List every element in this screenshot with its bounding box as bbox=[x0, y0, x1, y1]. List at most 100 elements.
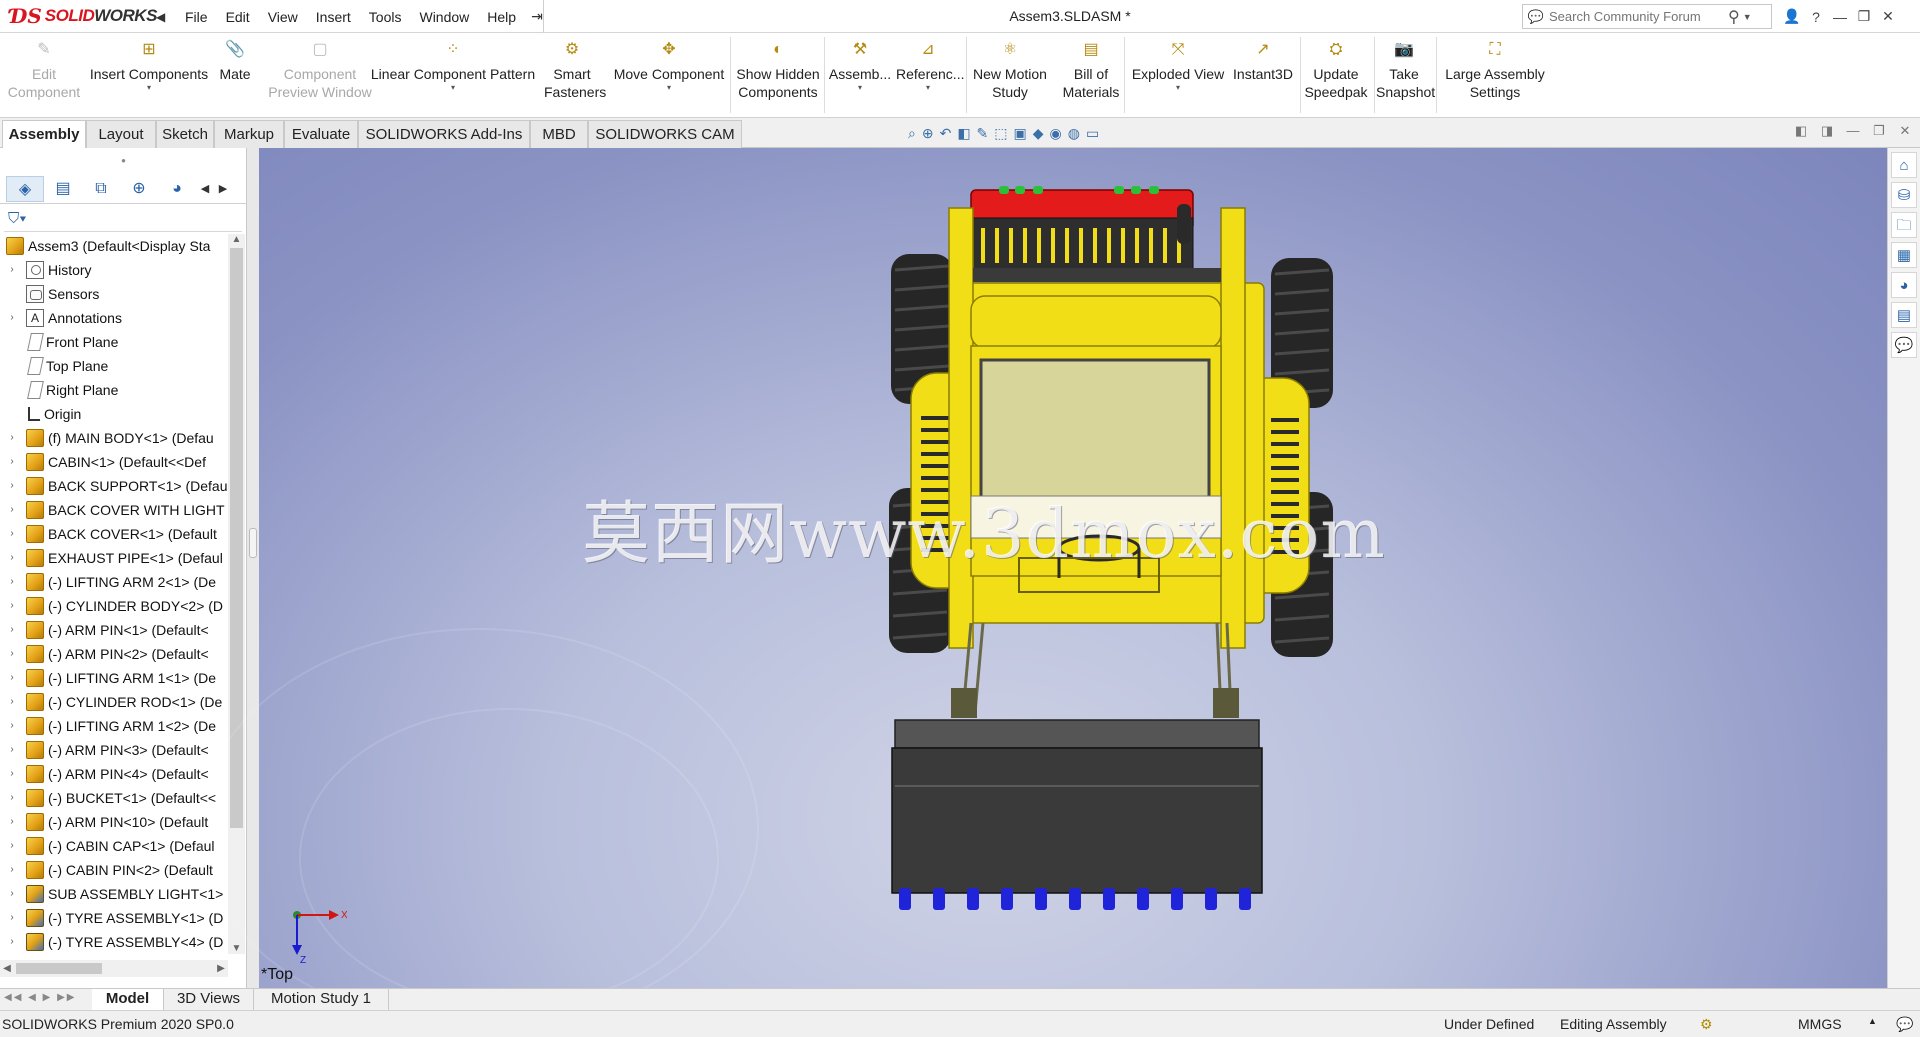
section-view-icon[interactable]: ◧ bbox=[957, 125, 970, 142]
scroll-right-icon[interactable]: ▶ bbox=[214, 960, 228, 977]
apply-scene-icon[interactable]: ◍ bbox=[1068, 125, 1080, 142]
filter-icon[interactable]: ⛉▾ bbox=[4, 206, 242, 232]
tree-item[interactable]: › (-) CABIN CAP<1> (Defaul bbox=[0, 834, 228, 858]
tree-item[interactable]: › (f) MAIN BODY<1> (Defau bbox=[0, 426, 228, 450]
tab-nav-icons[interactable]: ◀◀ ◀ ▶ ▶▶ bbox=[4, 992, 76, 1003]
expand-arrow-icon[interactable]: › bbox=[6, 642, 18, 666]
close-icon[interactable]: ✕ bbox=[1876, 8, 1900, 25]
tree-item[interactable]: › (-) LIFTING ARM 1<1> (De bbox=[0, 666, 228, 690]
tabs-next-icon[interactable]: ▶ bbox=[214, 176, 232, 202]
tree-item[interactable]: › (-) CABIN PIN<2> (Default bbox=[0, 858, 228, 882]
view-orientation-icon[interactable]: ⬚ bbox=[994, 125, 1007, 142]
tree-item[interactable]: › (-) ARM PIN<10> (Default bbox=[0, 810, 228, 834]
expand-arrow-icon[interactable]: › bbox=[6, 522, 18, 546]
solidworks-logo[interactable]: ƊS SOLIDWORKS bbox=[10, 3, 157, 29]
scroll-left-icon[interactable]: ◀ bbox=[0, 960, 14, 977]
bottom-tab-motion-study-1[interactable]: Motion Study 1 bbox=[254, 989, 389, 1010]
scroll-down-icon[interactable]: ▼ bbox=[228, 943, 245, 954]
search-box[interactable]: 💬 ⚲ ▼ bbox=[1522, 4, 1772, 29]
bill-of-materials-button[interactable]: ▤ Bill of Materials bbox=[1058, 39, 1124, 101]
minimize-icon[interactable]: — bbox=[1828, 9, 1852, 25]
show-hidden-button[interactable]: ◐ Show Hidden Components bbox=[734, 39, 822, 101]
view-settings-icon[interactable]: ▭ bbox=[1086, 125, 1099, 142]
tree-root[interactable]: Assem3 (Default<Display Sta bbox=[0, 234, 228, 258]
instant3d-button[interactable]: ↗ Instant3D bbox=[1230, 39, 1296, 83]
tree-item[interactable]: › CABIN<1> (Default<<Def bbox=[0, 450, 228, 474]
menu-collapse-icon[interactable]: ◀ bbox=[156, 10, 168, 24]
expand-arrow-icon[interactable]: › bbox=[6, 258, 18, 282]
tree-item[interactable]: › (-) CYLINDER BODY<2> (D bbox=[0, 594, 228, 618]
mate-button[interactable]: 📎 Mate bbox=[212, 39, 258, 83]
forum-icon[interactable]: 💬 bbox=[1891, 332, 1917, 358]
edit-component-button[interactable]: ✎ Edit Component bbox=[0, 39, 88, 101]
expand-arrow-icon[interactable]: › bbox=[6, 594, 18, 618]
assembly-features-button[interactable]: ⚒ Assemb... ▾ bbox=[828, 39, 892, 93]
splitter-knob[interactable] bbox=[249, 528, 257, 558]
units-selector[interactable]: MMGS bbox=[1798, 1016, 1842, 1032]
expand-arrow-icon[interactable]: › bbox=[6, 714, 18, 738]
units-dropdown-icon[interactable]: ▲ bbox=[1868, 1016, 1877, 1026]
expand-arrow-icon[interactable]: › bbox=[6, 834, 18, 858]
search-icon[interactable]: ⚲ bbox=[1728, 7, 1740, 27]
expand-arrow-icon[interactable]: › bbox=[6, 906, 18, 930]
file-explorer-icon[interactable]: 🗀 bbox=[1891, 212, 1917, 238]
tree-item[interactable]: › (-) ARM PIN<1> (Default< bbox=[0, 618, 228, 642]
search-dropdown-icon[interactable]: ▼ bbox=[1743, 12, 1752, 22]
expand-arrow-icon[interactable]: › bbox=[6, 810, 18, 834]
custom-properties-icon[interactable]: ▤ bbox=[1891, 302, 1917, 328]
doc-minimize-icon[interactable]: — bbox=[1840, 123, 1866, 139]
tree-item[interactable]: › (-) TYRE ASSEMBLY<1> (D bbox=[0, 906, 228, 930]
tree-item[interactable]: › BACK COVER WITH LIGHT bbox=[0, 498, 228, 522]
dropdown-arrow-icon[interactable]: ▾ bbox=[1126, 83, 1230, 93]
bottom-tab-model[interactable]: Model bbox=[92, 989, 164, 1010]
tab-layout[interactable]: Layout bbox=[86, 120, 156, 148]
menu-tools[interactable]: Tools bbox=[360, 9, 411, 25]
expand-arrow-icon[interactable]: › bbox=[6, 546, 18, 570]
tree-item[interactable]: › BACK SUPPORT<1> (Defau bbox=[0, 474, 228, 498]
tree-item[interactable]: › (-) LIFTING ARM 1<2> (De bbox=[0, 714, 228, 738]
expand-arrow-icon[interactable]: › bbox=[6, 738, 18, 762]
linear-pattern-button[interactable]: ⁘ Linear Component Pattern ▾ bbox=[370, 39, 536, 93]
appearances-icon[interactable]: ◕ bbox=[1891, 272, 1917, 298]
expand-arrow-icon[interactable]: › bbox=[6, 474, 18, 498]
tree-item[interactable]: › BACK COVER<1> (Default bbox=[0, 522, 228, 546]
tree-item[interactable]: › (-) ARM PIN<2> (Default< bbox=[0, 642, 228, 666]
feature-manager-tab-icon[interactable]: ◈ bbox=[6, 175, 44, 202]
expand-arrow-icon[interactable]: › bbox=[6, 618, 18, 642]
tab-markup[interactable]: Markup bbox=[214, 120, 284, 148]
menu-view[interactable]: View bbox=[259, 9, 307, 25]
tab-solidworks-cam[interactable]: SOLIDWORKS CAM bbox=[588, 120, 742, 148]
component-preview-button[interactable]: ▢ Component Preview Window bbox=[266, 39, 374, 101]
pane-right-icon[interactable]: ◨ bbox=[1814, 123, 1840, 139]
dimxpert-tab-icon[interactable]: ⊕ bbox=[120, 176, 158, 202]
tree-item[interactable]: Origin bbox=[0, 402, 228, 426]
scroll-up-icon[interactable]: ▲ bbox=[228, 234, 245, 245]
display-style-icon[interactable]: ▣ bbox=[1014, 125, 1027, 142]
chat-icon[interactable]: 💬 bbox=[1896, 1016, 1913, 1033]
tab-mbd[interactable]: MBD bbox=[530, 120, 588, 148]
view-palette-icon[interactable]: ▦ bbox=[1891, 242, 1917, 268]
configuration-manager-tab-icon[interactable]: ⧉ bbox=[82, 176, 120, 202]
menu-file[interactable]: File bbox=[176, 9, 217, 25]
smart-fasteners-button[interactable]: ⚙ Smart Fasteners bbox=[544, 39, 606, 101]
tree-item[interactable]: Right Plane bbox=[0, 378, 228, 402]
insert-components-button[interactable]: ⊞ Insert Components ▾ bbox=[88, 39, 210, 93]
display-manager-tab-icon[interactable]: ◕ bbox=[158, 176, 196, 202]
rebuild-icon[interactable]: ⚙ bbox=[1700, 1016, 1713, 1033]
tab-assembly[interactable]: Assembly bbox=[2, 120, 86, 148]
expand-arrow-icon[interactable]: › bbox=[6, 666, 18, 690]
dropdown-arrow-icon[interactable]: ▾ bbox=[88, 83, 210, 93]
expand-arrow-icon[interactable]: › bbox=[6, 762, 18, 786]
tree-hscrollbar[interactable]: ◀ ▶ bbox=[0, 960, 228, 977]
tab-sketch[interactable]: Sketch bbox=[156, 120, 214, 148]
tree-item[interactable]: › A Annotations bbox=[0, 306, 228, 330]
menu-insert[interactable]: Insert bbox=[307, 9, 360, 25]
tree-item[interactable]: › (-) BUCKET<1> (Default<< bbox=[0, 786, 228, 810]
menu-help[interactable]: Help bbox=[478, 9, 525, 25]
pane-left-icon[interactable]: ◧ bbox=[1788, 123, 1814, 139]
expand-arrow-icon[interactable]: › bbox=[6, 498, 18, 522]
hide-show-icon[interactable]: ◆ bbox=[1033, 125, 1044, 142]
dropdown-arrow-icon[interactable]: ▾ bbox=[896, 83, 960, 93]
previous-view-icon[interactable]: ↶ bbox=[940, 125, 952, 142]
tree-item[interactable]: Top Plane bbox=[0, 354, 228, 378]
